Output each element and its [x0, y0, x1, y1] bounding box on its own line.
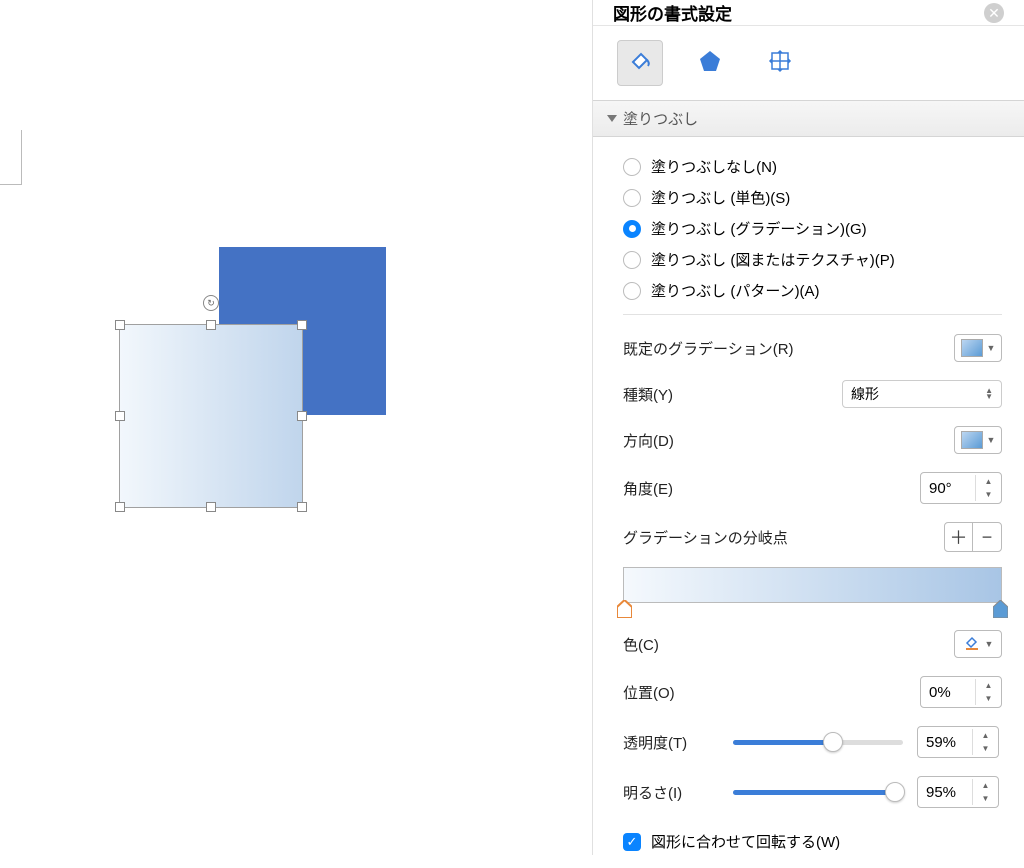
rotate-with-shape-row[interactable]: ✓ 図形に合わせて回転する(W): [623, 817, 1002, 858]
resize-handle-mr[interactable]: [297, 411, 307, 421]
checkbox-checked-icon: ✓: [623, 833, 641, 851]
brightness-slider[interactable]: [733, 790, 903, 795]
gradient-stops-add-remove: ＋ −: [944, 522, 1002, 552]
color-picker[interactable]: ▼: [954, 630, 1002, 658]
transparency-slider[interactable]: [733, 740, 903, 745]
tab-size[interactable]: [757, 40, 803, 86]
add-stop-button[interactable]: ＋: [945, 523, 973, 551]
radio-icon: [623, 158, 641, 176]
position-label: 位置(O): [623, 682, 675, 703]
resize-handle-tr[interactable]: [297, 320, 307, 330]
tab-fill-line[interactable]: [617, 40, 663, 86]
resize-handle-bm[interactable]: [206, 502, 216, 512]
radio-icon: [623, 251, 641, 269]
angle-input[interactable]: [921, 480, 975, 497]
fill-section-title: 塗りつぶし: [623, 108, 698, 129]
gradient-type-select[interactable]: 線形 ▲▼: [842, 380, 1002, 408]
position-spinner[interactable]: ▲▼: [920, 676, 1002, 708]
fill-option-pattern[interactable]: 塗りつぶし (パターン)(A): [623, 275, 1002, 306]
fill-option-solid[interactable]: 塗りつぶし (単色)(S): [623, 182, 1002, 213]
direction-label: 方向(D): [623, 430, 674, 451]
rotate-with-shape-label: 図形に合わせて回転する(W): [651, 831, 840, 852]
gradient-stops-bar[interactable]: [623, 567, 1002, 603]
fill-option-picture[interactable]: 塗りつぶし (図またはテクスチャ)(P): [623, 244, 1002, 275]
type-value: 線形: [851, 384, 879, 404]
close-button[interactable]: ✕: [984, 3, 1004, 23]
panel-header: 図形の書式設定 ✕: [593, 0, 1024, 26]
slider-thumb[interactable]: [823, 732, 843, 752]
resize-handle-ml[interactable]: [115, 411, 125, 421]
format-shape-panel: 図形の書式設定 ✕ 塗りつぶし 塗りつぶしなし(N): [592, 0, 1024, 855]
canvas[interactable]: ↻: [0, 0, 592, 855]
spinner-down[interactable]: ▼: [973, 742, 998, 755]
brightness-input[interactable]: [918, 784, 972, 801]
transparency-label: 透明度(T): [623, 732, 719, 753]
resize-handle-bl[interactable]: [115, 502, 125, 512]
angle-spinner[interactable]: ▲▼: [920, 472, 1002, 504]
paint-bucket-icon: [627, 48, 653, 79]
divider: [623, 314, 1002, 315]
preset-gradient-label: 既定のグラデーション(R): [623, 338, 794, 359]
transparency-spinner[interactable]: ▲▼: [917, 726, 999, 758]
color-label: 色(C): [623, 634, 659, 655]
type-label: 種類(Y): [623, 384, 673, 405]
radio-icon: [623, 282, 641, 300]
spinner-up[interactable]: ▲: [976, 679, 1001, 692]
paint-bucket-icon: [963, 633, 981, 655]
resize-handle-br[interactable]: [297, 502, 307, 512]
pentagon-icon: [697, 48, 723, 79]
spinner-down[interactable]: ▼: [976, 692, 1001, 705]
remove-stop-button[interactable]: −: [973, 523, 1001, 551]
spinner-up[interactable]: ▲: [973, 729, 998, 742]
resize-handle-tl[interactable]: [115, 320, 125, 330]
direction-picker[interactable]: ▼: [954, 426, 1002, 454]
gradient-swatch-icon: [961, 339, 983, 357]
fill-option-label: 塗りつぶし (パターン)(A): [651, 280, 820, 301]
chevron-down-icon: ▼: [987, 343, 996, 353]
page-edge: [0, 130, 22, 185]
select-arrows-icon: ▲▼: [985, 388, 993, 400]
size-icon: [767, 48, 793, 79]
spinner-up[interactable]: ▲: [976, 475, 1001, 488]
chevron-down-icon: ▼: [985, 639, 994, 649]
spinner-up[interactable]: ▲: [973, 779, 998, 792]
fill-section-header[interactable]: 塗りつぶし: [593, 100, 1024, 137]
spinner-down[interactable]: ▼: [976, 488, 1001, 501]
preset-gradient-picker[interactable]: ▼: [954, 334, 1002, 362]
radio-icon: [623, 189, 641, 207]
brightness-spinner[interactable]: ▲▼: [917, 776, 999, 808]
gradient-stop-left[interactable]: [617, 600, 632, 618]
fill-option-label: 塗りつぶしなし(N): [651, 156, 777, 177]
panel-title: 図形の書式設定: [613, 0, 984, 25]
gradient-swatch-icon: [961, 431, 983, 449]
resize-handle-tm[interactable]: [206, 320, 216, 330]
tab-effects[interactable]: [687, 40, 733, 86]
angle-label: 角度(E): [623, 478, 673, 499]
disclosure-triangle-icon: [607, 115, 617, 122]
radio-icon-checked: [623, 220, 641, 238]
rotate-handle[interactable]: ↻: [203, 295, 219, 311]
panel-tabs: [593, 26, 1024, 100]
transparency-input[interactable]: [918, 734, 972, 751]
spinner-down[interactable]: ▼: [973, 792, 998, 805]
position-input[interactable]: [921, 684, 975, 701]
fill-option-label: 塗りつぶし (図またはテクスチャ)(P): [651, 249, 895, 270]
brightness-label: 明るさ(I): [623, 782, 719, 803]
gradient-stop-right[interactable]: [993, 600, 1008, 618]
slider-thumb[interactable]: [885, 782, 905, 802]
fill-option-gradient[interactable]: 塗りつぶし (グラデーション)(G): [623, 213, 1002, 244]
fill-option-label: 塗りつぶし (単色)(S): [651, 187, 790, 208]
shape-rectangle-gradient-selected[interactable]: ↻: [119, 324, 303, 508]
fill-section-body: 塗りつぶしなし(N) 塗りつぶし (単色)(S) 塗りつぶし (グラデーション)…: [593, 137, 1024, 868]
gradient-stops-label: グラデーションの分岐点: [623, 527, 788, 548]
fill-option-none[interactable]: 塗りつぶしなし(N): [623, 151, 1002, 182]
chevron-down-icon: ▼: [987, 435, 996, 445]
fill-option-label: 塗りつぶし (グラデーション)(G): [651, 218, 867, 239]
